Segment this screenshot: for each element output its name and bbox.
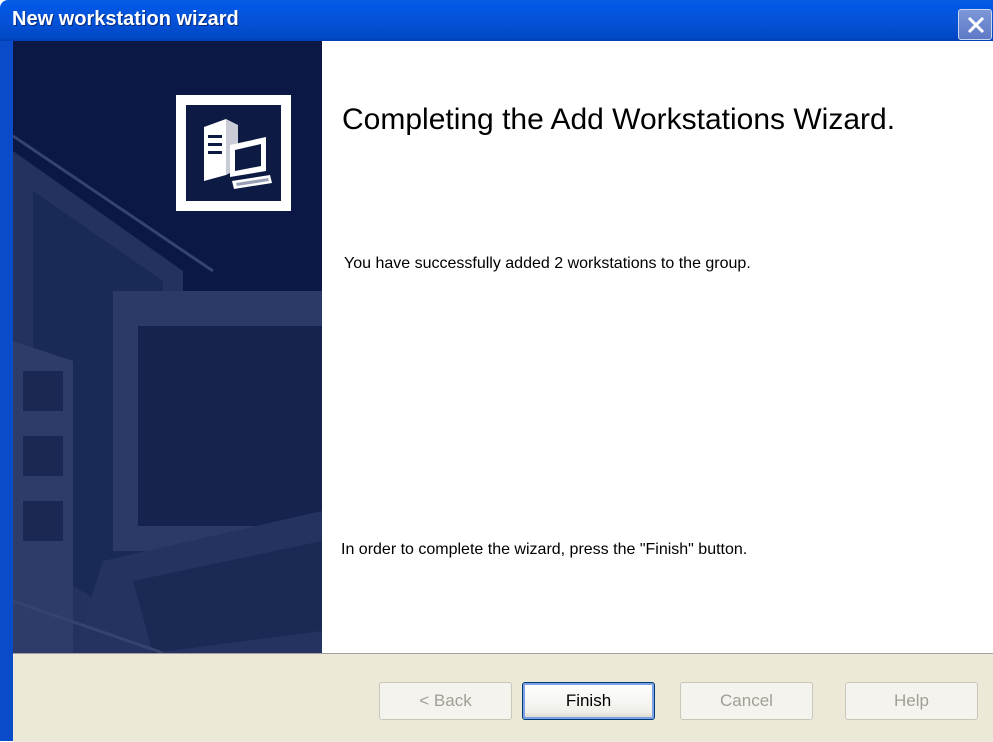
cancel-button[interactable]: Cancel: [680, 682, 813, 720]
wizard-content: Completing the Add Workstations Wizard. …: [322, 41, 993, 653]
window-frame-left: [0, 41, 13, 741]
back-button[interactable]: < Back: [379, 682, 512, 720]
page-title: Completing the Add Workstations Wizard.: [342, 103, 896, 136]
finish-button[interactable]: Finish: [522, 682, 655, 720]
success-message: You have successfully added 2 workstatio…: [344, 255, 751, 272]
help-button[interactable]: Help: [845, 682, 978, 720]
workstation-computer-icon: [204, 119, 272, 189]
close-button[interactable]: [958, 9, 992, 40]
button-bar: < Back Finish Cancel Help: [13, 653, 993, 742]
title-bar[interactable]: New workstation wizard: [0, 0, 993, 41]
instruction-message: In order to complete the wizard, press t…: [341, 541, 748, 558]
wizard-logo: [176, 95, 291, 211]
close-icon: [967, 16, 985, 34]
window-title: New workstation wizard: [12, 8, 239, 30]
